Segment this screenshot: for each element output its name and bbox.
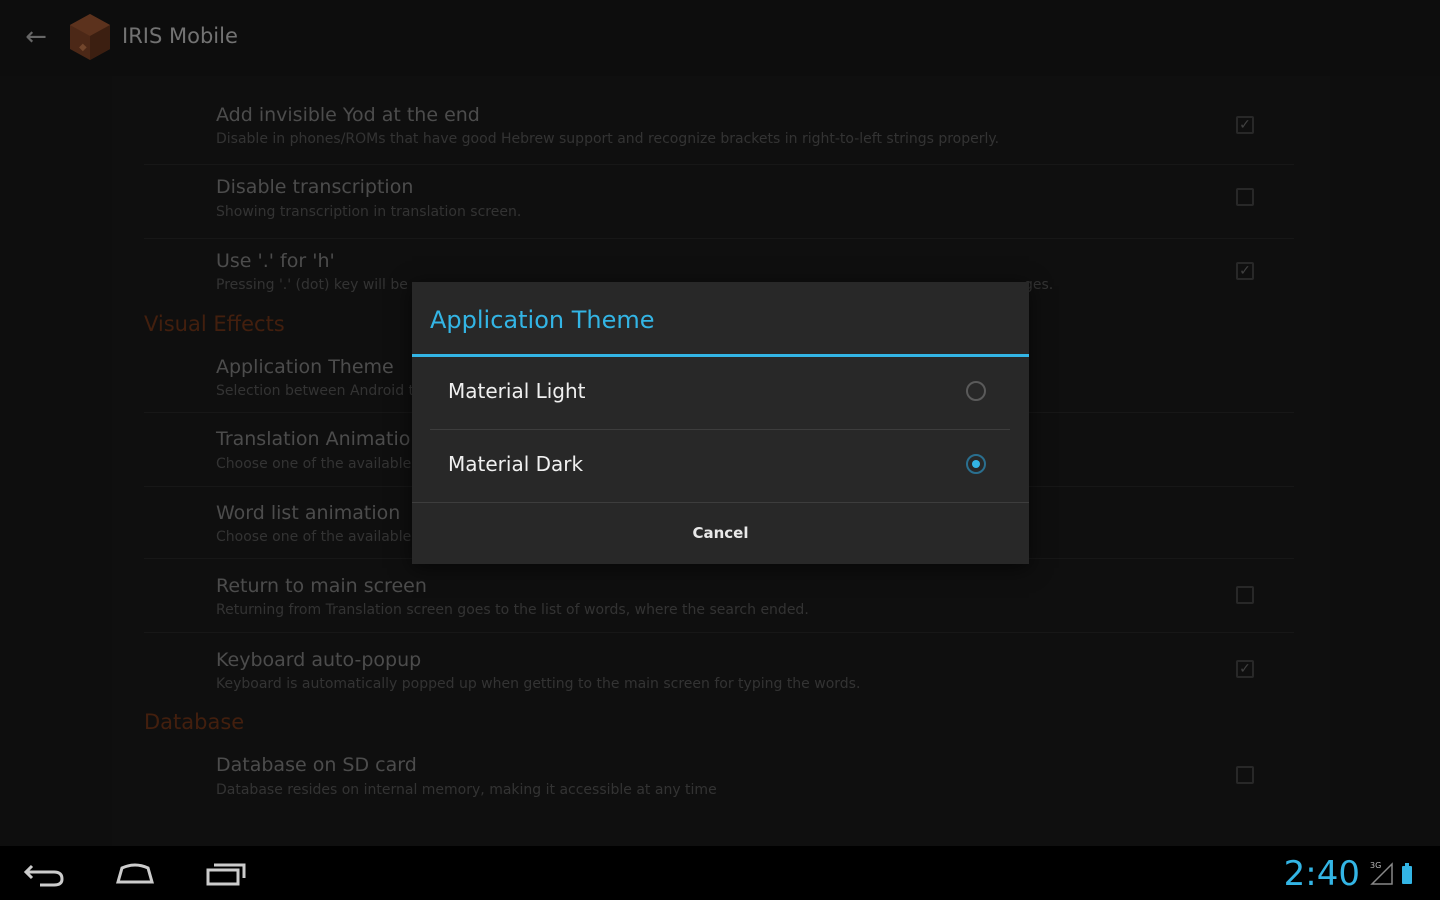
radio-button[interactable] <box>966 381 986 401</box>
signal-battery-icon: 3G <box>1370 861 1412 885</box>
option-label: Material Light <box>448 379 586 403</box>
dialog-title: Application Theme <box>430 306 655 334</box>
clock: 2:40 <box>1283 854 1360 894</box>
radio-button-selected[interactable] <box>966 454 986 474</box>
option-material-light[interactable]: Material Light <box>430 357 1010 429</box>
option-label: Material Dark <box>448 452 584 476</box>
back-nav-icon[interactable] <box>20 856 70 890</box>
home-nav-icon[interactable] <box>110 856 160 890</box>
option-material-dark[interactable]: Material Dark <box>430 430 1010 502</box>
cancel-button[interactable]: Cancel <box>412 503 1029 564</box>
recent-apps-icon[interactable] <box>200 856 250 890</box>
navigation-bar: 2:40 3G <box>0 846 1440 900</box>
network-type: 3G <box>1370 861 1381 870</box>
theme-dialog: Application Theme Material Light Materia… <box>412 282 1029 564</box>
